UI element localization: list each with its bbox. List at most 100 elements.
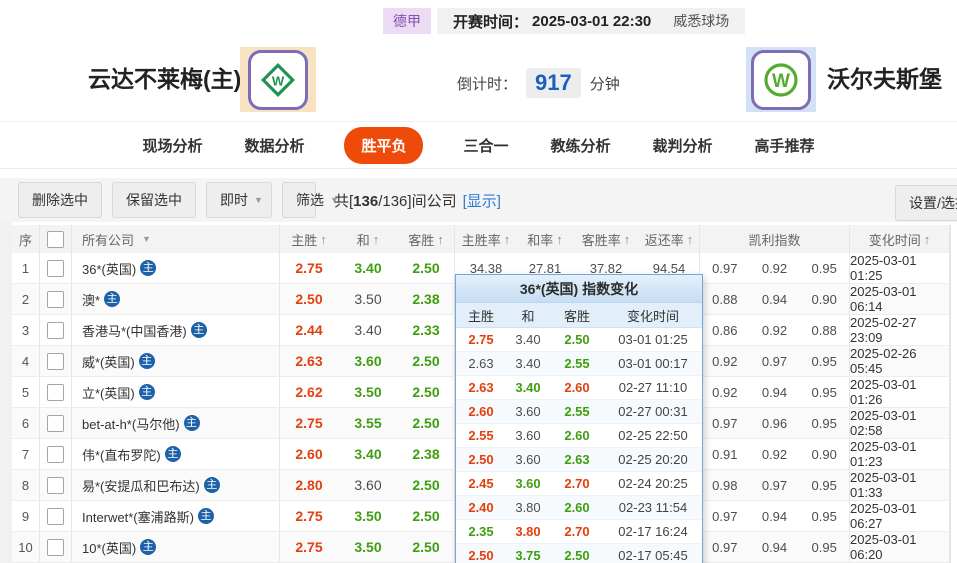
delete-selected-button[interactable]: 删除选中 [18,182,102,218]
home-odds[interactable]: 2.75 [280,253,338,283]
kelly-draw: 0.94 [761,384,788,400]
kickoff-label: 开赛时间： [453,13,529,31]
filter-select[interactable]: 筛选 ▼ [282,182,339,218]
tab-data-analysis[interactable]: 数据分析 [242,127,306,164]
draw-odds[interactable]: 3.50 [338,532,398,562]
away-odds[interactable]: 2.38 [398,284,455,314]
header-away-rate[interactable]: 客胜率 ↑ [573,225,639,253]
company-name: 36*(英国) [82,261,137,277]
home-odds[interactable]: 2.80 [280,470,338,500]
popup-body: 2.75 3.40 2.50 03-01 01:25 2.63 3.40 2.55 03-01… [456,328,702,563]
change-time: 2025-03-01 06:14 [850,284,950,314]
header-home-rate[interactable]: 主胜率 ↑ [455,225,517,253]
header-company[interactable]: 所有公司 ▼ [72,225,280,253]
company-cell[interactable]: 36*(英国) 主 [72,253,280,283]
kelly-draw: 0.92 [761,322,788,338]
row-index: 3 [12,315,40,345]
league-badge[interactable]: 德甲 [383,8,431,34]
countdown: 倒计时： 917 分钟 [457,68,620,98]
company-cell[interactable]: Interwet*(塞浦路斯) 主 [72,501,280,531]
kelly-home: 0.88 [712,291,738,307]
company-cell[interactable]: 伟*(直布罗陀) 主 [72,439,280,469]
header-draw-odds[interactable]: 和 ↑ [338,225,398,253]
popup-home-odds: 2.45 [468,476,494,491]
draw-odds[interactable]: 3.50 [338,284,398,314]
row-checkbox[interactable] [47,321,64,339]
draw-odds[interactable]: 3.60 [338,346,398,376]
home-odds[interactable]: 2.75 [280,408,338,438]
popup-home-odds: 2.55 [468,428,494,443]
row-checkbox[interactable] [47,538,64,556]
home-odds[interactable]: 2.60 [280,439,338,469]
draw-odds[interactable]: 3.55 [338,408,398,438]
settings-select-button[interactable]: 设置/选择 [895,185,957,221]
show-link[interactable]: [显示] [463,190,501,211]
popup-draw-odds: 3.60 [515,404,541,419]
home-odds-badge-icon: 主 [140,260,157,276]
tab-coach-analysis[interactable]: 教练分析 [549,127,613,164]
tab-referee-analysis[interactable]: 裁判分析 [651,127,715,164]
row-checkbox[interactable] [47,383,64,401]
company-cell[interactable]: 威*(英国) 主 [72,346,280,376]
company-cell[interactable]: 立*(英国) 主 [72,377,280,407]
away-odds[interactable]: 2.50 [398,470,455,500]
company-cell[interactable]: 澳* 主 [72,284,280,314]
row-checkbox[interactable] [47,290,64,308]
popup-away-odds: 2.50 [564,332,590,347]
company-cell[interactable]: bet-at-h*(马尔他) 主 [72,408,280,438]
draw-odds[interactable]: 3.40 [338,315,398,345]
away-odds[interactable]: 2.33 [398,315,455,345]
home-odds[interactable]: 2.63 [280,346,338,376]
away-odds[interactable]: 2.50 [398,377,455,407]
kelly-indices: 0.91 0.92 0.90 [700,439,850,469]
away-odds[interactable]: 2.50 [398,501,455,531]
row-checkbox[interactable] [47,507,64,525]
row-checkbox[interactable] [47,352,64,370]
home-odds[interactable]: 2.75 [280,501,338,531]
row-checkbox[interactable] [47,445,64,463]
company-cell[interactable]: 易*(安提瓜和巴布达) 主 [72,470,280,500]
company-cell[interactable]: 香港马*(中国香港) 主 [72,315,280,345]
home-odds-badge-icon: 主 [164,446,181,462]
odds-comparison-page: 德甲 开赛时间： 2025-03-01 22:30 威悉球场 云达不莱梅(主) … [0,0,957,563]
tab-expert-recommend[interactable]: 高手推荐 [753,127,817,164]
away-odds[interactable]: 2.50 [398,346,455,376]
tab-win-draw-lose[interactable]: 胜平负 [344,126,424,164]
header-away-odds[interactable]: 客胜 ↑ [398,225,455,253]
realtime-select[interactable]: 即时 ▼ [206,182,272,218]
tab-three-in-one[interactable]: 三合一 [461,127,510,164]
header-draw-rate[interactable]: 和率 ↑ [517,225,573,253]
draw-odds[interactable]: 3.50 [338,377,398,407]
home-odds[interactable]: 2.44 [280,315,338,345]
popup-row: 2.35 3.80 2.70 02-17 16:24 [456,520,702,544]
popup-draw-odds: 3.40 [515,332,541,347]
away-odds[interactable]: 2.50 [398,253,455,283]
home-odds[interactable]: 2.62 [280,377,338,407]
home-odds[interactable]: 2.50 [280,284,338,314]
kickoff-strip: 开赛时间： 2025-03-01 22:30 威悉球场 [437,8,746,34]
header-kelly: 凯利指数 [700,225,850,253]
home-odds[interactable]: 2.75 [280,532,338,562]
away-odds[interactable]: 2.38 [398,439,455,469]
popup-away-odds: 2.60 [564,500,590,515]
away-odds[interactable]: 2.50 [398,408,455,438]
countdown-label: 倒计时： [457,75,518,93]
draw-odds[interactable]: 3.60 [338,470,398,500]
row-checkbox[interactable] [47,476,64,494]
draw-odds[interactable]: 3.40 [338,253,398,283]
row-index: 6 [12,408,40,438]
select-all-checkbox[interactable] [47,230,64,248]
header-change-time[interactable]: 变化时间 ↑ [850,225,950,253]
company-cell[interactable]: 10*(英国) 主 [72,532,280,562]
company-name: bet-at-h*(马尔他) [82,416,180,432]
draw-odds[interactable]: 3.50 [338,501,398,531]
draw-odds[interactable]: 3.40 [338,439,398,469]
row-checkbox-cell [40,253,72,283]
row-checkbox[interactable] [47,414,64,432]
away-odds[interactable]: 2.50 [398,532,455,562]
keep-selected-button[interactable]: 保留选中 [112,182,196,218]
header-return-rate[interactable]: 返还率 ↑ [639,225,700,253]
row-checkbox[interactable] [47,259,64,277]
tab-live-analysis[interactable]: 现场分析 [140,127,204,164]
header-home-odds[interactable]: 主胜 ↑ [280,225,338,253]
